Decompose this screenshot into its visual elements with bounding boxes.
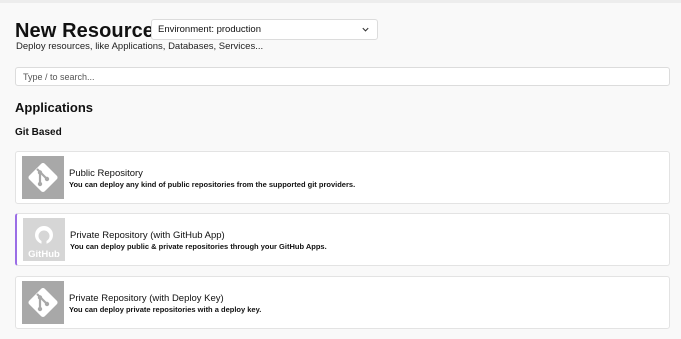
- card-name: Private Repository (with Deploy Key): [69, 293, 224, 304]
- github-icon: GitHub: [23, 218, 65, 261]
- card-private-repository-deploy-key[interactable]: Private Repository (with Deploy Key) You…: [15, 276, 670, 329]
- card-public-repository[interactable]: Public Repository You can deploy any kin…: [15, 151, 670, 204]
- card-description: You can deploy private repositories with…: [69, 305, 262, 314]
- search-input[interactable]: Type / to search...: [15, 67, 670, 86]
- svg-text:GitHub: GitHub: [28, 249, 60, 260]
- environment-select[interactable]: Environment: production: [151, 19, 378, 40]
- card-private-repository-github-app[interactable]: GitHub Private Repository (with GitHub A…: [15, 213, 670, 266]
- search-placeholder: Type / to search...: [23, 71, 95, 82]
- card-name: Private Repository (with GitHub App): [70, 230, 225, 241]
- git-icon: [22, 156, 64, 199]
- page-subtitle: Deploy resources, like Applications, Dat…: [16, 41, 264, 52]
- card-name: Public Repository: [69, 168, 143, 179]
- top-bar: [0, 0, 681, 3]
- group-title: Git Based: [15, 127, 62, 138]
- environment-select-label: Environment: production: [158, 24, 261, 35]
- card-description: You can deploy public & private reposito…: [70, 242, 327, 251]
- chevron-down-icon: [362, 27, 369, 32]
- card-description: You can deploy any kind of public reposi…: [69, 180, 356, 189]
- git-icon: [22, 281, 64, 324]
- section-title: Applications: [15, 100, 94, 115]
